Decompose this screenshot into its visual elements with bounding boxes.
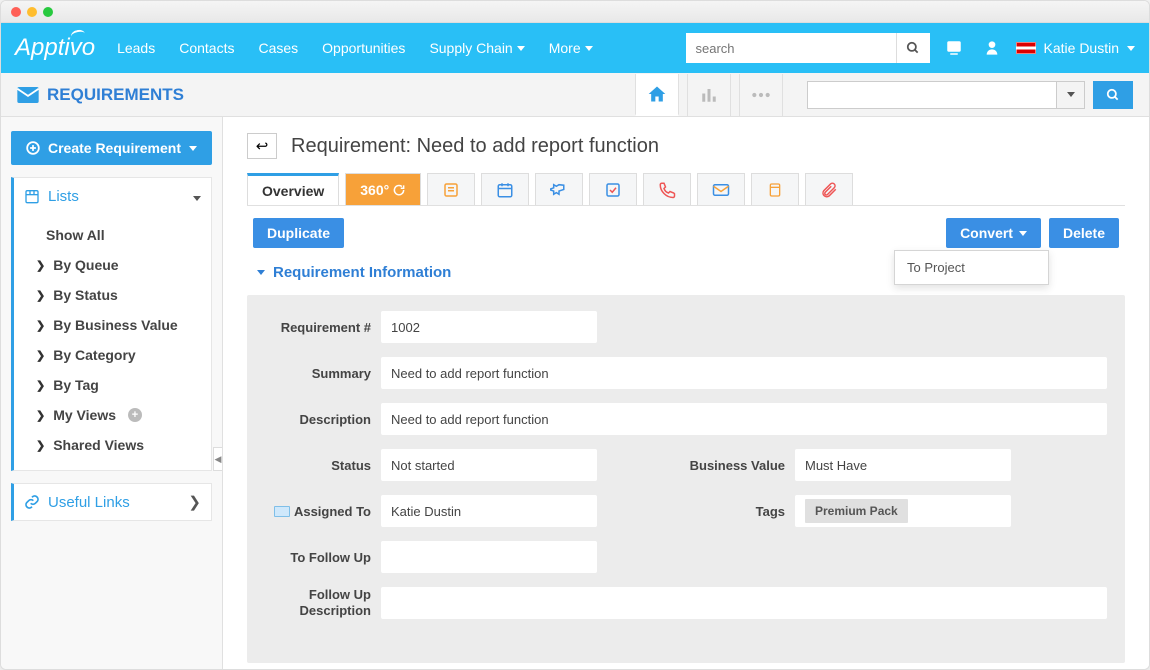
quick-jump-dropdown[interactable] bbox=[1057, 81, 1085, 109]
envelope-icon bbox=[17, 87, 39, 103]
user-name: Katie Dustin bbox=[1044, 40, 1119, 56]
convert-to-project[interactable]: To Project bbox=[895, 251, 1048, 284]
body: Create Requirement Lists Show All ❯By Qu… bbox=[1, 117, 1149, 669]
app-window: Apptivo Leads Contacts Cases Opportuniti… bbox=[0, 0, 1150, 670]
tag-chip[interactable]: Premium Pack bbox=[805, 499, 908, 523]
nav-links: Leads Contacts Cases Opportunities Suppl… bbox=[117, 40, 593, 56]
apps-icon[interactable] bbox=[940, 34, 968, 62]
global-search bbox=[686, 33, 930, 63]
window-max-dot[interactable] bbox=[43, 7, 53, 17]
duplicate-button[interactable]: Duplicate bbox=[253, 218, 344, 248]
sidebar-lists: Lists Show All ❯By Queue ❯By Status ❯By … bbox=[11, 177, 212, 471]
tab-attachments-icon[interactable] bbox=[805, 173, 853, 205]
sidebar-useful-links-header[interactable]: Useful Links ❯ bbox=[14, 484, 211, 520]
sidebar-item-my-views[interactable]: ❯My Views+ bbox=[14, 400, 211, 430]
tab-home-icon[interactable] bbox=[635, 74, 679, 116]
value-status[interactable]: Not started bbox=[381, 449, 597, 481]
value-description[interactable]: Need to add report function bbox=[381, 403, 1107, 435]
label-follow-up-desc: Follow Up Description bbox=[265, 587, 371, 618]
nav-contacts[interactable]: Contacts bbox=[179, 40, 234, 56]
label-req-no: Requirement # bbox=[265, 320, 371, 335]
label-status: Status bbox=[265, 458, 371, 473]
value-business-value[interactable]: Must Have bbox=[795, 449, 1011, 481]
convert-button[interactable]: Convert bbox=[946, 218, 1041, 248]
back-button[interactable]: ↩ bbox=[247, 133, 277, 159]
value-summary[interactable]: Need to add report function bbox=[381, 357, 1107, 389]
quick-search-button[interactable] bbox=[1093, 81, 1133, 109]
convert-menu: To Project bbox=[894, 250, 1049, 285]
quick-jump bbox=[807, 81, 1085, 109]
create-requirement-button[interactable]: Create Requirement bbox=[11, 131, 212, 165]
tab-overview[interactable]: Overview bbox=[247, 173, 339, 205]
sidebar-item-by-status[interactable]: ❯By Status bbox=[14, 280, 211, 310]
actions-row: Duplicate Convert Delete To Project bbox=[247, 206, 1125, 260]
value-tags[interactable]: Premium Pack bbox=[795, 495, 1011, 527]
nav-leads[interactable]: Leads bbox=[117, 40, 155, 56]
contact-card-icon bbox=[274, 506, 290, 517]
label-assigned-to: Assigned To bbox=[265, 504, 371, 519]
nav-more[interactable]: More bbox=[549, 40, 593, 56]
sidebar-item-show-all[interactable]: Show All bbox=[14, 220, 211, 250]
page-title: Requirement: Need to add report function bbox=[291, 135, 659, 158]
sidebar-item-by-category[interactable]: ❯By Category bbox=[14, 340, 211, 370]
main-content: ↩ Requirement: Need to add report functi… bbox=[223, 117, 1149, 669]
sidebar-lists-header[interactable]: Lists bbox=[14, 178, 211, 214]
nav-opportunities[interactable]: Opportunities bbox=[322, 40, 405, 56]
sidebar-useful-links: Useful Links ❯ bbox=[11, 483, 212, 521]
module-bar: REQUIREMENTS bbox=[1, 73, 1149, 117]
record-tabs: Overview 360° bbox=[247, 173, 1125, 206]
window-titlebar bbox=[1, 1, 1149, 23]
label-to-follow-up: To Follow Up bbox=[265, 550, 371, 565]
value-to-follow-up[interactable] bbox=[381, 541, 597, 573]
user-flag-icon bbox=[1016, 42, 1036, 54]
tab-tasks-icon[interactable] bbox=[589, 173, 637, 205]
value-assigned-to[interactable]: Katie Dustin bbox=[381, 495, 597, 527]
tab-docs-icon[interactable] bbox=[751, 173, 799, 205]
window-min-dot[interactable] bbox=[27, 7, 37, 17]
nav-cases[interactable]: Cases bbox=[258, 40, 298, 56]
tab-calendar-icon[interactable] bbox=[481, 173, 529, 205]
window-close-dot[interactable] bbox=[11, 7, 21, 17]
brand-logo[interactable]: Apptivo bbox=[15, 34, 95, 62]
label-description: Description bbox=[265, 412, 371, 427]
tab-notes-icon[interactable] bbox=[427, 173, 475, 205]
user-menu[interactable]: Katie Dustin bbox=[1016, 40, 1135, 56]
chevron-right-icon: ❯ bbox=[188, 493, 201, 511]
sidebar-item-by-queue[interactable]: ❯By Queue bbox=[14, 250, 211, 280]
chevron-down-icon bbox=[193, 188, 201, 205]
add-view-icon[interactable]: + bbox=[128, 408, 142, 422]
form-panel: Requirement # 1002 Summary Need to add r… bbox=[247, 295, 1125, 663]
nav-supply-chain[interactable]: Supply Chain bbox=[429, 40, 524, 56]
module-title: REQUIREMENTS bbox=[17, 85, 184, 105]
tab-reports-icon[interactable] bbox=[687, 74, 731, 116]
tab-360[interactable]: 360° bbox=[345, 173, 421, 205]
delete-button[interactable]: Delete bbox=[1049, 218, 1119, 248]
value-req-no[interactable]: 1002 bbox=[381, 311, 597, 343]
tab-calls-icon[interactable] bbox=[643, 173, 691, 205]
sidebar-item-shared-views[interactable]: ❯Shared Views bbox=[14, 430, 211, 460]
search-button[interactable] bbox=[896, 33, 930, 63]
top-nav: Apptivo Leads Contacts Cases Opportuniti… bbox=[1, 23, 1149, 73]
label-summary: Summary bbox=[265, 366, 371, 381]
tab-emails-icon[interactable] bbox=[697, 173, 745, 205]
quick-jump-input[interactable] bbox=[807, 81, 1057, 109]
notifications-icon[interactable] bbox=[978, 34, 1006, 62]
sidebar-item-by-business-value[interactable]: ❯By Business Value bbox=[14, 310, 211, 340]
value-follow-up-desc[interactable] bbox=[381, 587, 1107, 619]
tab-pin-icon[interactable] bbox=[535, 173, 583, 205]
label-tags: Tags bbox=[665, 504, 785, 519]
sidebar: Create Requirement Lists Show All ❯By Qu… bbox=[1, 117, 223, 669]
sidebar-collapse-handle[interactable]: ◀ bbox=[213, 447, 223, 471]
sidebar-item-by-tag[interactable]: ❯By Tag bbox=[14, 370, 211, 400]
search-input[interactable] bbox=[686, 33, 896, 63]
label-business-value: Business Value bbox=[665, 458, 785, 473]
tab-more-icon[interactable] bbox=[739, 74, 783, 116]
